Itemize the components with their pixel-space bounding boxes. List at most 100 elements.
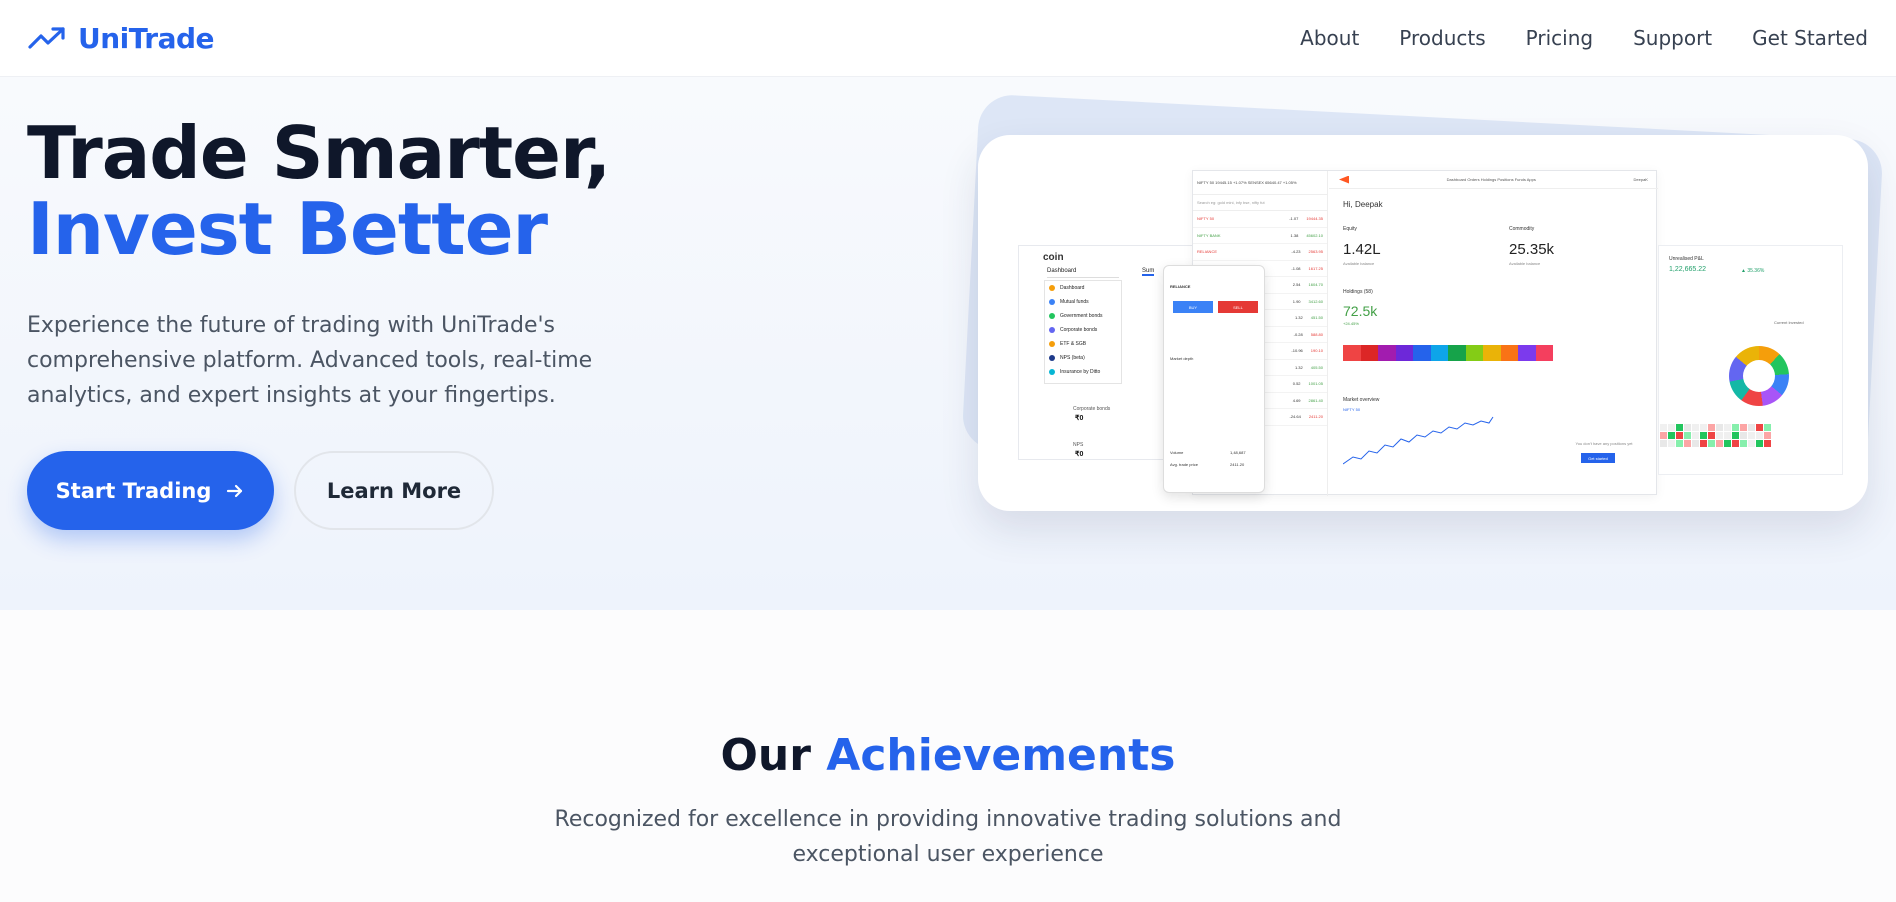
- holdings-bar-segment: [1413, 345, 1431, 361]
- equity-label: Equity: [1343, 226, 1357, 232]
- commodity-label: Commodity: [1509, 226, 1535, 232]
- heatmap-cell: [1708, 424, 1715, 431]
- sell-mini-button: SELL: [1218, 301, 1258, 313]
- volume-label: Volume: [1170, 450, 1184, 455]
- heatmap-cell: [1684, 424, 1691, 431]
- holdings-pct: +24.45%: [1343, 321, 1359, 326]
- order-symbol: RELIANCE: [1170, 284, 1191, 289]
- heatmap-cell: [1692, 432, 1699, 439]
- coin-menu-label: Corporate bonds: [1060, 327, 1098, 333]
- brand-name: UniTrade: [78, 21, 215, 55]
- buy-mini-button: BUY: [1173, 301, 1213, 313]
- nav-support[interactable]: Support: [1633, 26, 1712, 50]
- heatmap-cell: [1716, 424, 1723, 431]
- holdings-bar-segment: [1360, 345, 1378, 361]
- achievements-subtitle: Recognized for excellence in providing i…: [554, 807, 1342, 867]
- nav-get-started[interactable]: Get Started: [1752, 26, 1868, 50]
- holdings-bar-segment: [1465, 345, 1483, 361]
- hero-description: Experience the future of trading with Un…: [27, 313, 593, 408]
- coin-menu-item: ETF & SGB: [1045, 337, 1121, 351]
- equity-value: 1.42L: [1343, 241, 1381, 258]
- heatmap-cell: [1676, 440, 1683, 447]
- heatmap-cell: [1764, 440, 1771, 447]
- commodity-value: 25.35k: [1509, 241, 1555, 258]
- holdings-bar-segment: [1430, 345, 1448, 361]
- allocation-donut-chart: [1729, 346, 1789, 406]
- heatmap-cell: [1756, 440, 1763, 447]
- top-navbar: UniTrade About Products Pricing Support …: [0, 0, 1896, 77]
- nav-pricing[interactable]: Pricing: [1526, 26, 1593, 50]
- holdings-bar-segment: [1378, 345, 1396, 361]
- coin-menu-item: Corporate bonds: [1045, 323, 1121, 337]
- heatmap-cell: [1700, 432, 1707, 439]
- heatmap-cell: [1732, 432, 1739, 439]
- watchlist-pct: 1.38: [1290, 232, 1299, 238]
- watchlist-symbol: NIFTY BANK: [1197, 232, 1221, 238]
- watchlist-row: NIFTY 50 -1.07 19444.35: [1193, 211, 1327, 228]
- order-window: RELIANCE BUY SELL Market depth Volume 1,…: [1163, 265, 1265, 493]
- insurance-icon: [1049, 369, 1055, 375]
- watchlist-pct: 0.52: [1292, 381, 1301, 387]
- portfolio-legend: Current Invested: [1774, 320, 1804, 325]
- holdings-bar-segment: [1518, 345, 1536, 361]
- holdings-bar-segment: [1535, 345, 1553, 361]
- achievements-section: Our Achievements Recognized for excellen…: [0, 610, 1896, 902]
- heatmap-cell: [1708, 432, 1715, 439]
- heatmap-cell: [1668, 424, 1675, 431]
- watchlist-row: RELIANCE -4.23 2563.95: [1193, 244, 1327, 261]
- kite-dashboard: Dashboard Orders Holdings Positions Fund…: [1329, 171, 1658, 496]
- heatmap-cell: [1748, 432, 1755, 439]
- watchlist-pct: 1.32: [1294, 364, 1303, 370]
- get-started-mini-button: Get started: [1581, 453, 1615, 463]
- achievements-title-dark: Our: [720, 730, 811, 781]
- brand-logo[interactable]: UniTrade: [28, 21, 215, 55]
- heatmap-cell: [1700, 424, 1707, 431]
- heatmap-cell: [1676, 432, 1683, 439]
- coin-menu-label: Dashboard: [1060, 285, 1085, 291]
- kite-greeting: Hi, Deepak: [1343, 200, 1383, 209]
- heatmap-cell: [1740, 440, 1747, 447]
- nav-links: About Products Pricing Support Get Start…: [1300, 26, 1868, 50]
- coin-value-b: ₹0: [1075, 451, 1084, 458]
- heatmap-cell: [1692, 424, 1699, 431]
- heatmap-cell: [1732, 424, 1739, 431]
- watchlist-price: 1604.70: [1308, 282, 1323, 288]
- watchlist-pct: -4.23: [1291, 249, 1301, 255]
- equity-sub: Available balance: [1343, 261, 1375, 266]
- coin-menu-label: Government bonds: [1060, 313, 1103, 319]
- heatmap-cell: [1740, 424, 1747, 431]
- watchlist-pct: -10.96: [1291, 348, 1303, 354]
- trending-up-icon: [28, 27, 65, 49]
- coin-menu-label: Insurance by Ditto: [1060, 369, 1101, 375]
- government-bonds-icon: [1049, 313, 1055, 319]
- coin-menu-item: Government bonds: [1045, 309, 1121, 323]
- avg-price-label: Avg. trade price: [1170, 462, 1198, 467]
- heatmap-cell: [1724, 432, 1731, 439]
- hero-title-line2: Invest Better: [27, 187, 548, 271]
- holdings-bar-segment: [1500, 345, 1518, 361]
- kite-user: DeepaK: [1633, 177, 1648, 182]
- heatmap-cell: [1724, 424, 1731, 431]
- nav-products[interactable]: Products: [1399, 26, 1485, 50]
- watchlist-pct: 2.54: [1292, 282, 1301, 288]
- etf-icon: [1049, 341, 1055, 347]
- holdings-bar-chart: [1343, 345, 1553, 361]
- watchlist-price: 1001.05: [1308, 381, 1323, 387]
- start-trading-label: Start Trading: [55, 478, 212, 503]
- achievements-title: Our Achievements: [0, 730, 1896, 781]
- holdings-bar-segment: [1483, 345, 1501, 361]
- nav-about[interactable]: About: [1300, 26, 1359, 50]
- heatmap-cell: [1660, 440, 1667, 447]
- learn-more-button[interactable]: Learn More: [294, 451, 494, 530]
- heatmap-cell: [1748, 424, 1755, 431]
- returns-heatmap: [1660, 424, 1771, 447]
- watchlist-pct: -24.64: [1289, 414, 1301, 420]
- watchlist-symbol: NIFTY 50: [1197, 216, 1215, 222]
- coin-menu: Dashboard Mutual funds Government bonds …: [1044, 280, 1122, 384]
- achievements-title-blue: Achievements: [826, 730, 1176, 781]
- heatmap-cell: [1748, 440, 1755, 447]
- market-overview-line-chart: [1343, 416, 1494, 465]
- start-trading-button[interactable]: Start Trading: [27, 451, 274, 530]
- watchlist-price: 190.10: [1310, 348, 1323, 354]
- watchlist-pct: 4.69: [1292, 397, 1301, 403]
